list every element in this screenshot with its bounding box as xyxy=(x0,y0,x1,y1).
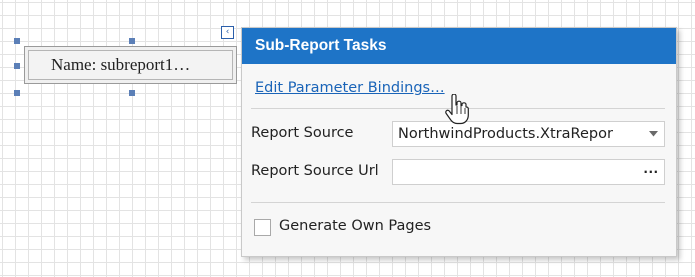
report-source-combobox[interactable]: NorthwindProducts.XtraRepor xyxy=(392,121,665,147)
report-source-label: Report Source xyxy=(251,125,354,141)
generate-own-pages-label[interactable]: Generate Own Pages xyxy=(279,218,431,234)
subreport-control[interactable]: Name: subreport1… xyxy=(24,46,237,84)
browse-ellipsis-button[interactable]: ··· xyxy=(638,160,664,184)
edit-parameter-bindings-link[interactable]: Edit Parameter Bindings… xyxy=(255,80,445,96)
report-source-url-field[interactable]: ··· xyxy=(392,159,665,185)
chevron-down-icon[interactable] xyxy=(642,122,664,146)
report-source-url-label: Report Source Url xyxy=(251,163,379,179)
selection-handle-bottom-center[interactable] xyxy=(129,90,135,96)
panel-title: Sub-Report Tasks xyxy=(242,28,676,64)
selection-handle-top-center[interactable] xyxy=(129,38,135,44)
divider xyxy=(251,202,665,203)
hand-cursor-icon xyxy=(445,94,469,125)
smart-tag-icon[interactable]: ‹ xyxy=(221,26,234,39)
subreport-label: Name: subreport1… xyxy=(28,50,233,80)
selection-handle-middle-left[interactable] xyxy=(14,63,20,69)
selection-handle-bottom-left[interactable] xyxy=(14,90,20,96)
generate-own-pages-checkbox[interactable] xyxy=(254,219,271,236)
selection-handle-top-left[interactable] xyxy=(14,38,20,44)
report-source-value: NorthwindProducts.XtraRepor xyxy=(398,126,613,142)
sub-report-tasks-panel: Sub-Report Tasks Edit Parameter Bindings… xyxy=(241,27,677,257)
